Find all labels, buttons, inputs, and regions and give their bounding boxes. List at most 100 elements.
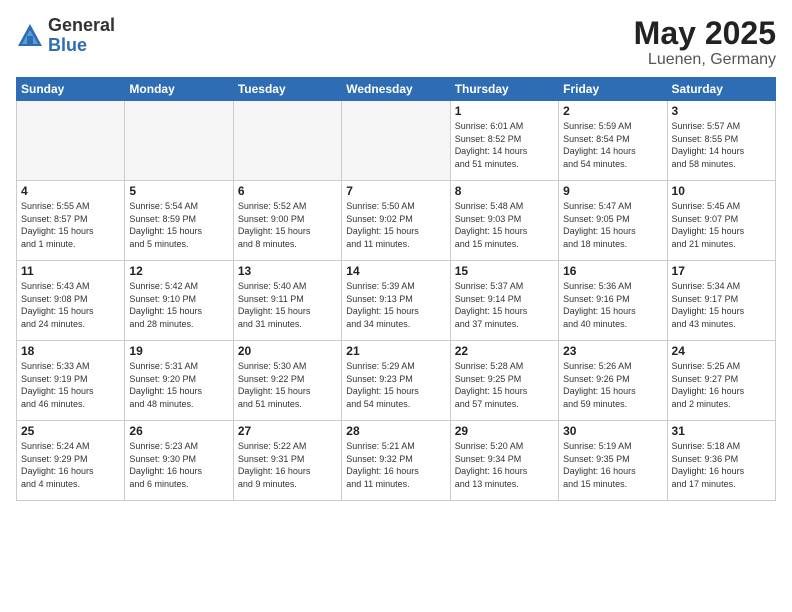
day-info: Sunrise: 5:43 AM Sunset: 9:08 PM Dayligh… xyxy=(21,280,120,330)
day-info: Sunrise: 5:57 AM Sunset: 8:55 PM Dayligh… xyxy=(672,120,771,170)
calendar-table: Sunday Monday Tuesday Wednesday Thursday… xyxy=(16,77,776,501)
day-number: 25 xyxy=(21,424,120,438)
week-row-4: 25 Sunrise: 5:24 AM Sunset: 9:29 PM Dayli… xyxy=(17,421,776,501)
day-cell: 18 Sunrise: 5:33 AM Sunset: 9:19 PM Dayli… xyxy=(17,341,125,421)
day-number: 20 xyxy=(238,344,337,358)
day-info: Sunrise: 5:26 AM Sunset: 9:26 PM Dayligh… xyxy=(563,360,662,410)
day-info: Sunrise: 5:52 AM Sunset: 9:00 PM Dayligh… xyxy=(238,200,337,250)
day-cell: 12Sunrise: 5:42 AM Sunset: 9:10 PM Dayli… xyxy=(125,261,233,341)
day-number: 1 xyxy=(455,104,554,118)
day-info: Sunrise: 5:31 AM Sunset: 9:20 PM Dayligh… xyxy=(129,360,228,410)
day-cell xyxy=(342,101,450,181)
day-number: 10 xyxy=(672,184,771,198)
day-number: 9 xyxy=(563,184,662,198)
day-number: 23 xyxy=(563,344,662,358)
header-row: Sunday Monday Tuesday Wednesday Thursday… xyxy=(17,78,776,101)
day-number: 22 xyxy=(455,344,554,358)
day-info: Sunrise: 5:54 AM Sunset: 8:59 PM Dayligh… xyxy=(129,200,228,250)
day-number: 3 xyxy=(672,104,771,118)
day-info: Sunrise: 5:20 AM Sunset: 9:34 PM Dayligh… xyxy=(455,440,554,490)
day-cell: 22 Sunrise: 5:28 AM Sunset: 9:25 PM Dayli… xyxy=(450,341,558,421)
day-cell xyxy=(125,101,233,181)
day-cell: 16 Sunrise: 5:36 AM Sunset: 9:16 PM Dayli… xyxy=(559,261,667,341)
day-number: 24 xyxy=(672,344,771,358)
col-tuesday: Tuesday xyxy=(233,78,341,101)
day-number: 15 xyxy=(455,264,554,278)
logo-icon xyxy=(16,22,44,50)
day-number: 26 xyxy=(129,424,228,438)
day-number: 11 xyxy=(21,264,120,278)
day-number: 2 xyxy=(563,104,662,118)
location: Luenen, Germany xyxy=(634,51,776,69)
day-info: Sunrise: 5:25 AM Sunset: 9:27 PM Dayligh… xyxy=(672,360,771,410)
day-info: Sunrise: 5:30 AM Sunset: 9:22 PM Dayligh… xyxy=(238,360,337,410)
day-cell: 27Sunrise: 5:22 AM Sunset: 9:31 PM Dayli… xyxy=(233,421,341,501)
day-number: 7 xyxy=(346,184,445,198)
day-cell: 15 Sunrise: 5:37 AM Sunset: 9:14 PM Dayli… xyxy=(450,261,558,341)
col-saturday: Saturday xyxy=(667,78,775,101)
day-cell: 13Sunrise: 5:40 AM Sunset: 9:11 PM Dayli… xyxy=(233,261,341,341)
day-number: 5 xyxy=(129,184,228,198)
day-info: Sunrise: 5:24 AM Sunset: 9:29 PM Dayligh… xyxy=(21,440,120,490)
day-number: 13 xyxy=(238,264,337,278)
day-info: Sunrise: 5:37 AM Sunset: 9:14 PM Dayligh… xyxy=(455,280,554,330)
day-cell xyxy=(233,101,341,181)
month-title: May 2025 xyxy=(634,16,776,51)
day-cell: 17 Sunrise: 5:34 AM Sunset: 9:17 PM Dayli… xyxy=(667,261,775,341)
day-info: Sunrise: 5:23 AM Sunset: 9:30 PM Dayligh… xyxy=(129,440,228,490)
day-info: Sunrise: 5:39 AM Sunset: 9:13 PM Dayligh… xyxy=(346,280,445,330)
day-info: Sunrise: 5:48 AM Sunset: 9:03 PM Dayligh… xyxy=(455,200,554,250)
day-number: 16 xyxy=(563,264,662,278)
week-row-3: 18 Sunrise: 5:33 AM Sunset: 9:19 PM Dayli… xyxy=(17,341,776,421)
day-number: 19 xyxy=(129,344,228,358)
col-thursday: Thursday xyxy=(450,78,558,101)
day-info: Sunrise: 5:28 AM Sunset: 9:25 PM Dayligh… xyxy=(455,360,554,410)
day-cell: 26 Sunrise: 5:23 AM Sunset: 9:30 PM Dayli… xyxy=(125,421,233,501)
day-info: Sunrise: 5:45 AM Sunset: 9:07 PM Dayligh… xyxy=(672,200,771,250)
day-cell: 9 Sunrise: 5:47 AM Sunset: 9:05 PM Daylig… xyxy=(559,181,667,261)
day-info: Sunrise: 5:29 AM Sunset: 9:23 PM Dayligh… xyxy=(346,360,445,410)
day-cell: 30Sunrise: 5:19 AM Sunset: 9:35 PM Dayli… xyxy=(559,421,667,501)
day-info: Sunrise: 5:50 AM Sunset: 9:02 PM Dayligh… xyxy=(346,200,445,250)
week-row-1: 4Sunrise: 5:55 AM Sunset: 8:57 PM Daylig… xyxy=(17,181,776,261)
day-cell: 1 Sunrise: 6:01 AM Sunset: 8:52 PM Daylig… xyxy=(450,101,558,181)
day-cell: 21 Sunrise: 5:29 AM Sunset: 9:23 PM Dayli… xyxy=(342,341,450,421)
day-number: 21 xyxy=(346,344,445,358)
day-cell: 8Sunrise: 5:48 AM Sunset: 9:03 PM Daylig… xyxy=(450,181,558,261)
day-cell: 7 Sunrise: 5:50 AM Sunset: 9:02 PM Daylig… xyxy=(342,181,450,261)
col-sunday: Sunday xyxy=(17,78,125,101)
title-block: May 2025 Luenen, Germany xyxy=(634,16,776,69)
day-number: 4 xyxy=(21,184,120,198)
week-row-2: 11 Sunrise: 5:43 AM Sunset: 9:08 PM Dayli… xyxy=(17,261,776,341)
header: General Blue May 2025 Luenen, Germany xyxy=(16,16,776,69)
day-info: Sunrise: 5:21 AM Sunset: 9:32 PM Dayligh… xyxy=(346,440,445,490)
day-info: Sunrise: 5:33 AM Sunset: 9:19 PM Dayligh… xyxy=(21,360,120,410)
day-cell: 3 Sunrise: 5:57 AM Sunset: 8:55 PM Daylig… xyxy=(667,101,775,181)
day-cell: 11 Sunrise: 5:43 AM Sunset: 9:08 PM Dayli… xyxy=(17,261,125,341)
day-cell: 20 Sunrise: 5:30 AM Sunset: 9:22 PM Dayli… xyxy=(233,341,341,421)
day-cell: 25 Sunrise: 5:24 AM Sunset: 9:29 PM Dayli… xyxy=(17,421,125,501)
week-row-0: 1 Sunrise: 6:01 AM Sunset: 8:52 PM Daylig… xyxy=(17,101,776,181)
day-info: Sunrise: 5:42 AM Sunset: 9:10 PM Dayligh… xyxy=(129,280,228,330)
day-cell: 24 Sunrise: 5:25 AM Sunset: 9:27 PM Dayli… xyxy=(667,341,775,421)
day-cell: 2Sunrise: 5:59 AM Sunset: 8:54 PM Daylig… xyxy=(559,101,667,181)
day-cell: 5 Sunrise: 5:54 AM Sunset: 8:59 PM Daylig… xyxy=(125,181,233,261)
day-info: Sunrise: 5:47 AM Sunset: 9:05 PM Dayligh… xyxy=(563,200,662,250)
day-number: 18 xyxy=(21,344,120,358)
day-cell: 4Sunrise: 5:55 AM Sunset: 8:57 PM Daylig… xyxy=(17,181,125,261)
col-monday: Monday xyxy=(125,78,233,101)
day-cell: 6 Sunrise: 5:52 AM Sunset: 9:00 PM Daylig… xyxy=(233,181,341,261)
day-number: 17 xyxy=(672,264,771,278)
day-number: 28 xyxy=(346,424,445,438)
day-number: 30 xyxy=(563,424,662,438)
day-number: 29 xyxy=(455,424,554,438)
day-cell xyxy=(17,101,125,181)
day-info: Sunrise: 5:36 AM Sunset: 9:16 PM Dayligh… xyxy=(563,280,662,330)
day-info: Sunrise: 6:01 AM Sunset: 8:52 PM Dayligh… xyxy=(455,120,554,170)
day-info: Sunrise: 5:34 AM Sunset: 9:17 PM Dayligh… xyxy=(672,280,771,330)
day-info: Sunrise: 5:18 AM Sunset: 9:36 PM Dayligh… xyxy=(672,440,771,490)
day-cell: 19 Sunrise: 5:31 AM Sunset: 9:20 PM Dayli… xyxy=(125,341,233,421)
col-wednesday: Wednesday xyxy=(342,78,450,101)
day-number: 6 xyxy=(238,184,337,198)
day-cell: 31Sunrise: 5:18 AM Sunset: 9:36 PM Dayli… xyxy=(667,421,775,501)
